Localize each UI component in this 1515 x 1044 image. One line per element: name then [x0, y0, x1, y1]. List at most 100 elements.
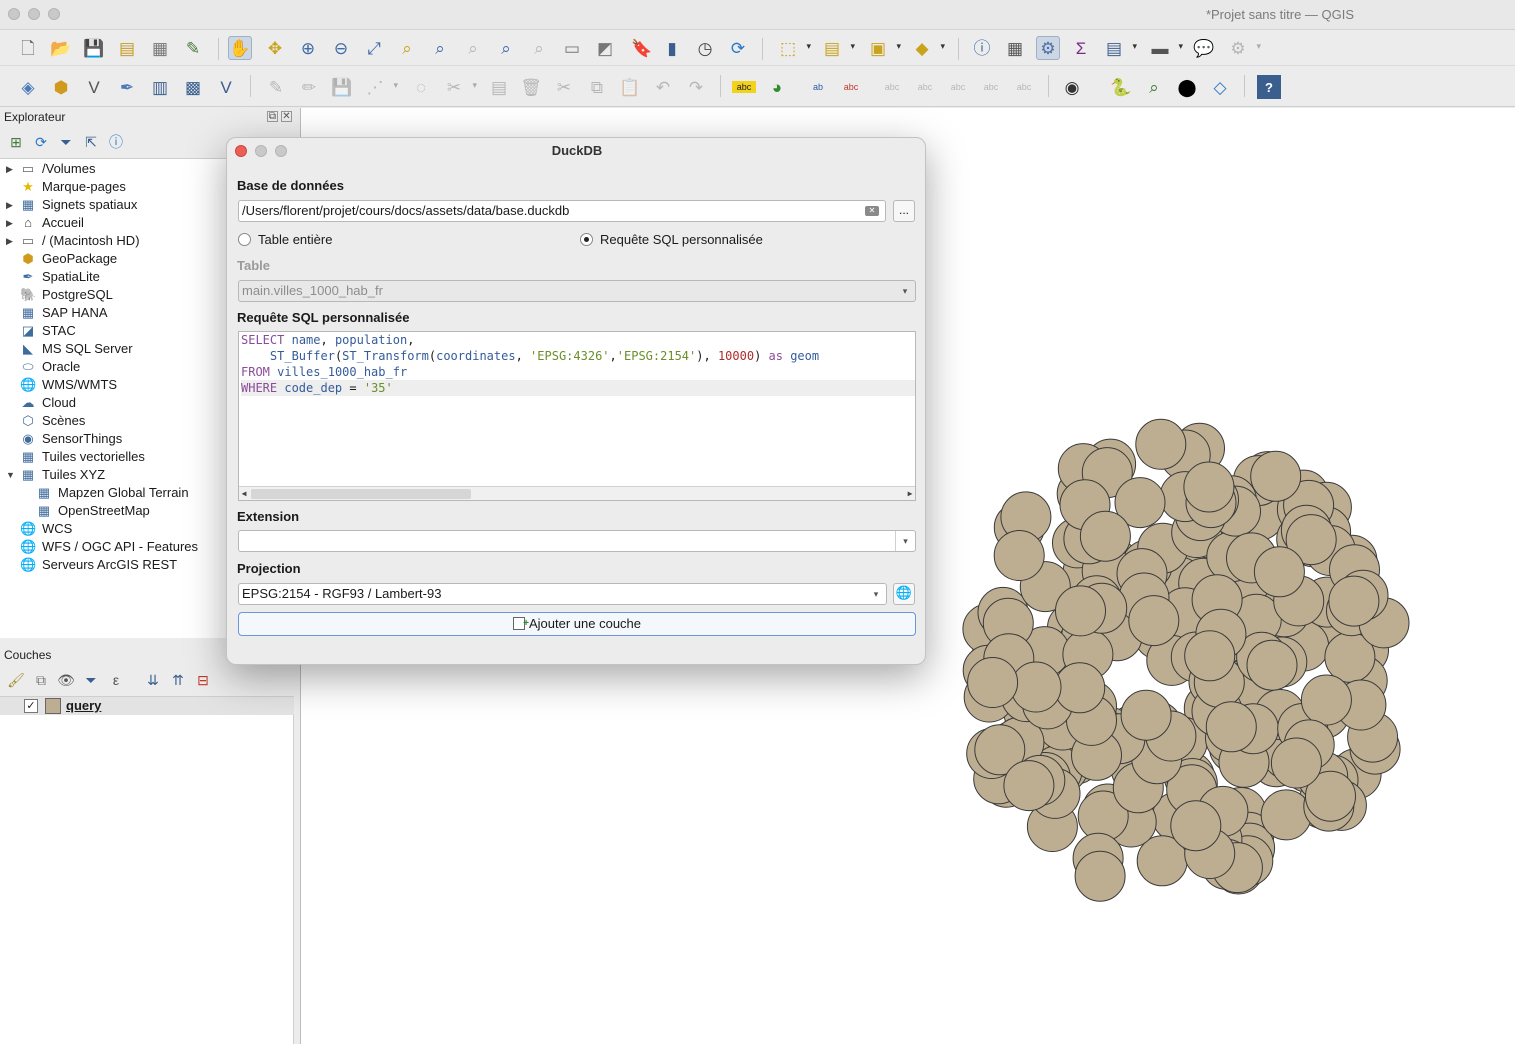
annotation-icon[interactable]: 💬	[1192, 36, 1216, 60]
zoom-out-icon[interactable]: ⊖	[329, 36, 353, 60]
redo-icon[interactable]: ↷	[684, 75, 708, 99]
scroll-right-icon[interactable]: ▶	[905, 487, 915, 501]
scroll-left-icon[interactable]: ◀	[239, 487, 249, 501]
diagram-icon[interactable]: ◕	[765, 75, 789, 99]
browse-database-button[interactable]: ...	[893, 200, 915, 222]
radio-requete-sql-label[interactable]: Requête SQL personnalisée	[600, 232, 763, 247]
save-project-icon[interactable]: 💾	[82, 36, 106, 60]
new-spatialite-icon[interactable]: ✒	[115, 75, 139, 99]
collapse-all-layers-icon[interactable]: ⇈	[168, 670, 188, 690]
browser-item[interactable]: ✒ SpatiaLite	[20, 268, 100, 286]
identify-icon[interactable]: ⓘ	[970, 36, 994, 60]
new-3d-view-icon[interactable]: ◩	[593, 36, 617, 60]
browser-item[interactable]: ▶ ▭ /Volumes	[6, 160, 95, 178]
undo-icon[interactable]: ↶	[651, 75, 675, 99]
zoom-to-selection-icon[interactable]: ⌕	[395, 36, 419, 60]
cut-icon[interactable]: ✂	[552, 75, 576, 99]
delete-selected-icon[interactable]: 🗑	[519, 75, 543, 99]
browser-item[interactable]: ⬭ Oracle	[20, 358, 80, 376]
close-panel-button[interactable]: ✕	[281, 111, 292, 122]
browser-item[interactable]: ▶ ▦ Signets spatiaux	[6, 196, 137, 214]
new-mesh-icon[interactable]: V	[214, 75, 238, 99]
chevron-down-icon[interactable]: ▾	[866, 584, 886, 604]
browser-item[interactable]: ▦ Tuiles vectorielles	[20, 448, 145, 466]
select-crs-globe-icon[interactable]: 🌐	[893, 583, 915, 605]
float-panel-button[interactable]: ⧉	[267, 111, 278, 122]
chevron-down-icon[interactable]: ▾	[895, 531, 915, 551]
browser-item[interactable]: 🐘 PostgreSQL	[20, 286, 113, 304]
layer-visibility-checkbox[interactable]: ✓	[24, 699, 38, 713]
deselect-icon[interactable]: ▣	[866, 36, 901, 60]
zoom-last-icon[interactable]: ⌕	[494, 36, 518, 60]
copy-icon[interactable]: ⧉	[585, 75, 609, 99]
new-temp-layer-icon[interactable]: ▥	[148, 75, 172, 99]
map-tips-icon[interactable]: ⚙	[1226, 36, 1261, 60]
processing-toolbox-icon[interactable]: ⚙	[1036, 36, 1060, 60]
new-shapefile-icon[interactable]: V	[82, 75, 106, 99]
open-project-icon[interactable]: 📂	[49, 36, 73, 60]
zoom-window-button[interactable]	[48, 8, 60, 20]
projection-select[interactable]: EPSG:2154 - RGF93 / Lambert-93 ▾	[238, 583, 887, 605]
close-window-button[interactable]	[8, 8, 20, 20]
chevron-right-icon[interactable]: ▶	[6, 160, 16, 178]
add-selected-layers-icon[interactable]: ⊞	[6, 132, 26, 152]
sql-horizontal-scrollbar[interactable]: ◀ ▶	[239, 486, 915, 500]
database-path-input[interactable]: /Users/florent/projet/cours/docs/assets/…	[238, 200, 886, 222]
paste-icon[interactable]: 📋	[618, 75, 642, 99]
statistics-icon[interactable]: Σ	[1069, 36, 1093, 60]
scroll-thumb[interactable]	[251, 489, 471, 499]
digitize-icon[interactable]: ⋰	[363, 75, 399, 99]
add-layer-button[interactable]: Ajouter une couche	[238, 612, 916, 636]
collapse-all-icon[interactable]: ⇱	[81, 132, 101, 152]
browser-item[interactable]: ⬡ Scènes	[20, 412, 85, 430]
metasearch-globe-icon[interactable]: ⌕	[1142, 75, 1166, 99]
zoom-full-icon[interactable]: ⤢	[362, 36, 386, 60]
chevron-right-icon[interactable]: ▶	[6, 232, 16, 250]
modify-attributes-icon[interactable]: ▤	[487, 75, 511, 99]
radio-table-entiere-label[interactable]: Table entière	[258, 232, 332, 247]
style-manager-icon[interactable]: ✎	[181, 36, 205, 60]
browser-item[interactable]: ◉ SensorThings	[20, 430, 122, 448]
layer-style-icon[interactable]: 🖌	[6, 670, 26, 690]
browser-item[interactable]: 🌐 WMS/WMTS	[20, 376, 117, 394]
refresh-icon[interactable]: ⟳	[726, 36, 750, 60]
rotate-label-icon[interactable]: abc	[946, 75, 970, 99]
select-by-value-icon[interactable]: ▤	[820, 36, 855, 60]
browser-item[interactable]: ▦ OpenStreetMap	[36, 502, 150, 520]
remove-layer-icon[interactable]: ⊟	[193, 670, 213, 690]
vertex-tool-icon[interactable]: ✂	[442, 75, 477, 99]
help-icon[interactable]: ?	[1257, 75, 1281, 99]
sql-editor[interactable]: SELECT name, population, ST_Buffer(ST_Tr…	[238, 331, 916, 501]
layout-manager-icon[interactable]: ▦	[148, 36, 172, 60]
browser-item[interactable]: ▶ ▭ / (Macintosh HD)	[6, 232, 140, 250]
layer-styling-icon[interactable]: ◇	[1208, 75, 1232, 99]
chevron-right-icon[interactable]: ▶	[6, 214, 16, 232]
change-label-icon[interactable]: abc	[979, 75, 1003, 99]
show-bookmarks-icon[interactable]: ▮	[660, 36, 684, 60]
radio-table-entiere[interactable]	[238, 233, 251, 246]
browser-item[interactable]: ⬢ GeoPackage	[20, 250, 117, 268]
open-field-calculator-icon[interactable]: ▤	[1102, 36, 1137, 60]
new-map-view-icon[interactable]: ▭	[560, 36, 584, 60]
expand-all-icon[interactable]: ⇊	[143, 670, 163, 690]
zoom-to-layer-icon[interactable]: ⌕	[428, 36, 452, 60]
attribute-table-icon[interactable]: ▦	[1003, 36, 1027, 60]
pan-to-selection-icon[interactable]: ✥	[263, 36, 287, 60]
new-project-icon[interactable]: 🗋	[16, 36, 40, 60]
chevron-right-icon[interactable]: ▶	[6, 196, 16, 214]
select-location-icon[interactable]: ◆	[910, 36, 945, 60]
temporal-controller-icon[interactable]: ◷	[693, 36, 717, 60]
browser-item[interactable]: ▼ ▦ Tuiles XYZ	[6, 466, 105, 484]
browser-item[interactable]: ▶ ⌂ Accueil	[6, 214, 84, 232]
plugin-network-icon[interactable]: abc	[1012, 75, 1036, 99]
zoom-in-icon[interactable]: ⊕	[296, 36, 320, 60]
move-label-icon[interactable]: abc	[913, 75, 937, 99]
label-toolbar-icon[interactable]: abc	[732, 81, 756, 93]
browser-item[interactable]: ▦ Mapzen Global Terrain	[36, 484, 189, 502]
zoom-next-icon[interactable]: ⌕	[527, 36, 551, 60]
highlight-label-icon[interactable]: ab	[806, 75, 830, 99]
manage-visibility-icon[interactable]: 👁	[56, 670, 76, 690]
zoom-native-icon[interactable]: ⌕	[461, 36, 485, 60]
print-layout-icon[interactable]: ▤	[115, 36, 139, 60]
browser-item[interactable]: ☁ Cloud	[20, 394, 76, 412]
